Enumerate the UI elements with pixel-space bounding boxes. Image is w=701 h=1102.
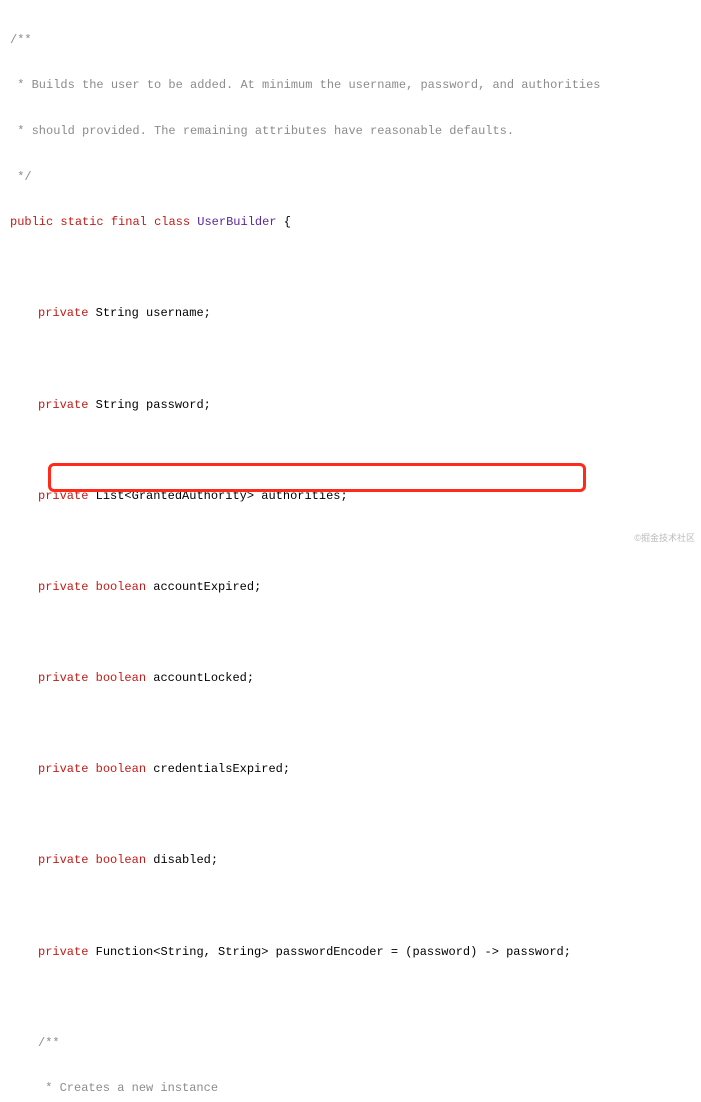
field-password: private String password; (10, 394, 691, 417)
field-account-expired: private boolean accountExpired; (10, 576, 691, 599)
comment-line: * Creates a new instance (10, 1077, 691, 1100)
code-block: /** * Builds the user to be added. At mi… (0, 0, 701, 1102)
field-password-encoder: private Function<String, String> passwor… (10, 941, 691, 964)
field-disabled: private boolean disabled; (10, 849, 691, 872)
class-declaration: public static final class UserBuilder { (10, 211, 691, 234)
comment-line: /** (10, 1032, 691, 1055)
field-authorities: private List<GrantedAuthority> authoriti… (10, 485, 691, 508)
field-username: private String username; (10, 302, 691, 325)
comment-line: * should provided. The remaining attribu… (10, 120, 691, 143)
field-account-locked: private boolean accountLocked; (10, 667, 691, 690)
comment-line: * Builds the user to be added. At minimu… (10, 74, 691, 97)
comment-line: /** (10, 29, 691, 52)
comment-line: */ (10, 166, 691, 189)
field-credentials-expired: private boolean credentialsExpired; (10, 758, 691, 781)
watermark-text: ©掘金技术社区 (634, 530, 695, 547)
